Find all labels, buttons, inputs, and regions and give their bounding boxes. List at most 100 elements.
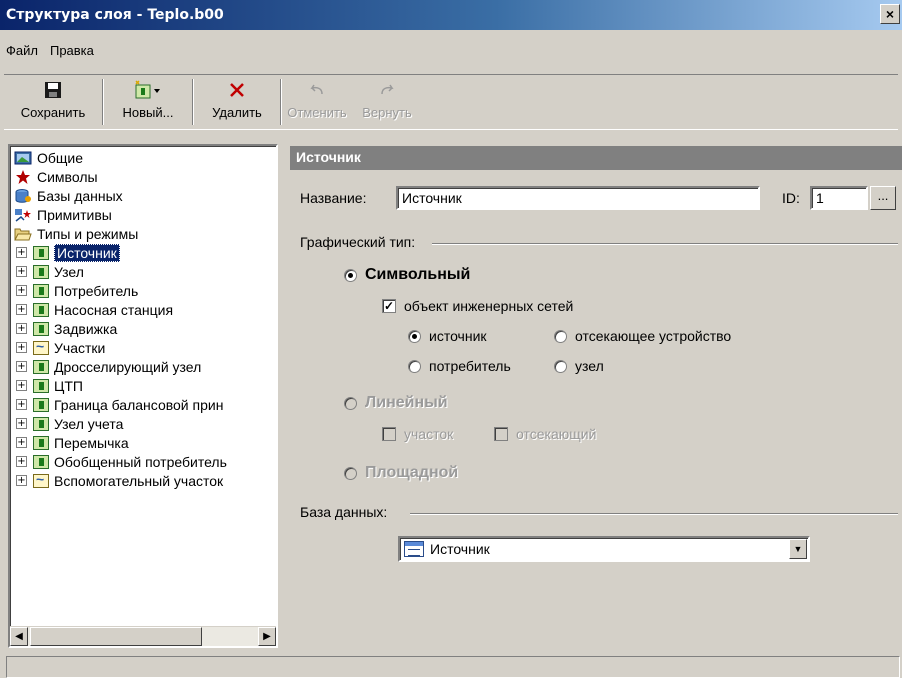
database-select[interactable]: Источник ▼ <box>398 536 810 562</box>
new-item-icon <box>133 79 163 101</box>
tree-item-pump-station[interactable]: + Насосная станция <box>16 300 173 319</box>
tree-item-segments[interactable]: + Участки <box>16 338 105 357</box>
symbolic-radio[interactable]: Символьный <box>344 266 470 284</box>
close-button[interactable]: × <box>880 4 900 24</box>
tree-item-databases[interactable]: Базы данных <box>14 186 123 205</box>
tree-item-primitives[interactable]: Примитивы <box>14 205 112 224</box>
expand-icon[interactable]: + <box>16 285 27 296</box>
engineering-networks-checkbox[interactable]: ✓ объект инженерных сетей <box>382 298 573 314</box>
horizontal-scrollbar[interactable]: ◀ ▶ <box>10 626 276 646</box>
linear-layer-icon <box>33 471 49 488</box>
layer-type-icon <box>33 321 49 336</box>
tree-item-label: Обобщенный потребитель <box>54 453 227 470</box>
expand-icon[interactable]: + <box>16 361 27 372</box>
tree-item-balance-boundary[interactable]: + Граница балансовой прин <box>16 395 223 414</box>
tree-item-label: Вспомогательный участок <box>54 472 224 489</box>
cutting-checkbox[interactable]: отсекающий <box>494 426 596 442</box>
tree-item-general[interactable]: Общие <box>14 148 83 167</box>
tree-item-ctp[interactable]: + ЦТП <box>16 376 83 395</box>
save-button[interactable]: Сохранить <box>4 75 102 129</box>
tree-item-label: Типы и режимы <box>37 225 139 242</box>
expand-icon[interactable]: + <box>16 456 27 467</box>
layer-type-icon <box>33 416 49 431</box>
scroll-right-icon[interactable]: ▶ <box>258 627 276 646</box>
cutting-label: отсекающий <box>516 426 597 442</box>
area-radio[interactable]: Площадной <box>344 464 458 482</box>
expand-icon[interactable]: + <box>16 437 27 448</box>
layer-tree[interactable]: Общие Символы Базы данных Примитивы Типы… <box>8 144 278 648</box>
expand-icon[interactable]: + <box>16 418 27 429</box>
new-button[interactable]: Новый... <box>104 75 192 129</box>
expand-icon[interactable]: + <box>16 304 27 315</box>
menu-file[interactable]: Файл <box>0 40 44 62</box>
id-field[interactable]: 1 <box>810 186 868 210</box>
undo-icon <box>308 79 326 101</box>
tree-item-jumper[interactable]: + Перемычка <box>16 433 129 452</box>
radio-empty-icon <box>344 396 357 410</box>
tree-item-source[interactable]: + Источник <box>16 243 120 262</box>
node-radio[interactable]: узел <box>554 358 604 374</box>
dropdown-arrow-icon[interactable]: ▼ <box>789 539 807 559</box>
tree-item-valve[interactable]: + Задвижка <box>16 319 117 338</box>
scroll-thumb[interactable] <box>30 627 202 646</box>
tree-item-label: Насосная станция <box>54 301 174 318</box>
tree-item-label: Перемычка <box>54 434 129 451</box>
tree-item-label: Общие <box>37 149 84 166</box>
checkbox-empty-icon <box>494 427 508 441</box>
new-label: Новый... <box>122 105 174 120</box>
tree-item-auxiliary-segment[interactable]: + Вспомогательный участок <box>16 471 223 490</box>
name-field[interactable]: Источник <box>396 186 760 210</box>
layer-type-icon <box>33 454 49 469</box>
linear-radio[interactable]: Линейный <box>344 394 448 412</box>
layer-type-icon <box>33 397 49 412</box>
tree-item-label: Участки <box>54 339 106 356</box>
folder-open-icon <box>14 226 32 242</box>
undo-button[interactable]: Отменить <box>282 75 352 129</box>
segment-label: участок <box>404 426 454 442</box>
cutoff-device-radio[interactable]: отсекающее устройство <box>554 328 731 344</box>
delete-button[interactable]: Удалить <box>194 75 280 129</box>
delete-label: Удалить <box>212 105 262 120</box>
menu-edit[interactable]: Правка <box>44 40 100 62</box>
database-icon <box>14 188 32 204</box>
id-browse-button[interactable]: ... <box>870 186 896 210</box>
tree-item-types-modes[interactable]: Типы и режимы <box>14 224 138 243</box>
tree-item-metering-node[interactable]: + Узел учета <box>16 414 123 433</box>
expand-icon[interactable]: + <box>16 380 27 391</box>
tree-item-generalized-consumer[interactable]: + Обобщенный потребитель <box>16 452 227 471</box>
tree-item-symbols[interactable]: Символы <box>14 167 98 186</box>
tree-item-label: Символы <box>37 168 98 185</box>
consumer-radio[interactable]: потребитель <box>408 358 511 374</box>
expand-icon[interactable]: + <box>16 247 27 258</box>
database-select-value: Источник <box>430 541 490 557</box>
redo-button[interactable]: Вернуть <box>352 75 422 129</box>
tree-item-throttle-node[interactable]: + Дросселирующий узел <box>16 357 201 376</box>
name-label: Название: <box>300 190 367 206</box>
engineering-networks-label: объект инженерных сетей <box>404 298 574 314</box>
window-title: Структура слоя - Teplo.b00 <box>6 7 224 23</box>
floppy-disk-icon <box>44 79 62 101</box>
linear-layer-icon <box>33 338 49 355</box>
primitives-icon <box>14 207 32 223</box>
scroll-left-icon[interactable]: ◀ <box>10 627 28 646</box>
expand-icon[interactable]: + <box>16 342 27 353</box>
segment-checkbox[interactable]: участок <box>382 426 453 442</box>
redo-icon <box>378 79 396 101</box>
toolbar: Сохранить Новый... Удалить Отменить Верн… <box>4 74 898 130</box>
radio-empty-icon <box>554 359 567 373</box>
expand-icon[interactable]: + <box>16 323 27 334</box>
expand-icon[interactable]: + <box>16 266 27 277</box>
general-icon <box>14 150 32 166</box>
expand-icon[interactable]: + <box>16 475 27 486</box>
consumer-label: потребитель <box>429 358 511 374</box>
tree-item-label: Узел учета <box>54 415 124 432</box>
expand-icon[interactable]: + <box>16 399 27 410</box>
source-radio[interactable]: источник <box>408 328 487 344</box>
tree-item-node[interactable]: + Узел <box>16 262 84 281</box>
star-icon <box>14 169 32 185</box>
group-divider <box>410 513 898 515</box>
status-bar <box>6 656 900 678</box>
cutoff-device-label: отсекающее устройство <box>575 328 732 344</box>
group-divider <box>432 243 898 245</box>
tree-item-consumer[interactable]: + Потребитель <box>16 281 138 300</box>
